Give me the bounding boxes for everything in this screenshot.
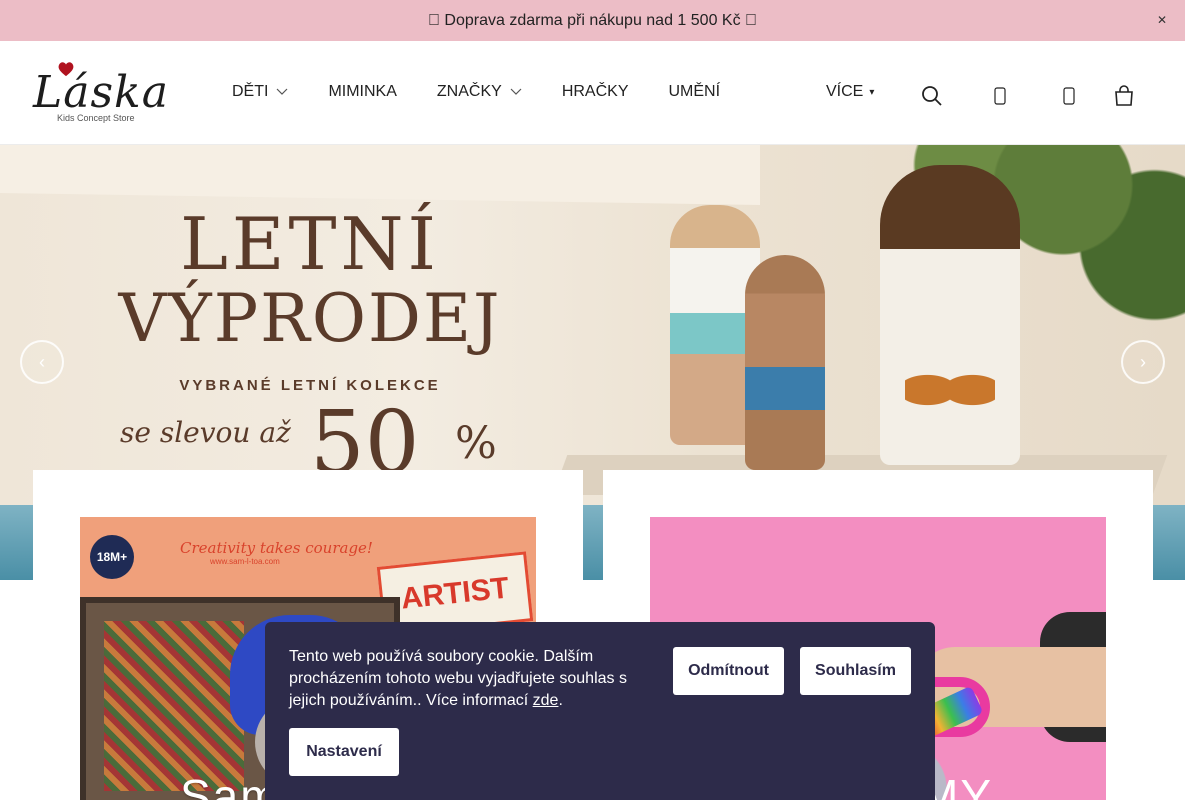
promo-bar:  Doprava zdarma při nákupu nad 1 500 Kč… xyxy=(0,0,1185,41)
search-icon[interactable] xyxy=(920,84,944,108)
nav-item-znacky[interactable]: ZNAČKY xyxy=(437,83,522,101)
chevron-left-icon: ‹ xyxy=(39,351,45,372)
cookie-more-link[interactable]: zde xyxy=(533,692,559,709)
hero-line-3: VYBRANÉ LETNÍ KOLEKCE xyxy=(179,377,441,394)
hero-discount: se slevou až 50 % xyxy=(100,398,520,488)
site-header: Láska Kids Concept Store DĚTI MIMINKA ZN… xyxy=(0,41,1185,145)
logo[interactable]: Láska Kids Concept Store xyxy=(33,61,173,125)
cookie-punct: . xyxy=(558,692,563,709)
nav-more-label: VÍCE xyxy=(826,83,864,100)
nav-more-button[interactable]: VÍCE ▾ xyxy=(826,83,874,101)
nav-item-miminka[interactable]: MIMINKA xyxy=(328,83,396,101)
nav-item-label: DĚTI xyxy=(232,83,269,100)
logo-wordmark: Láska xyxy=(33,67,169,118)
nav-item-deti[interactable]: DĚTI xyxy=(232,83,288,101)
chevron-down-icon xyxy=(277,88,288,95)
cookie-settings-button[interactable]: Nastavení xyxy=(289,728,399,776)
page:  Doprava zdarma při nákupu nad 1 500 Kč… xyxy=(0,0,1200,800)
nav-item-label: HRAČKY xyxy=(561,83,629,100)
age-badge: 18M+ xyxy=(90,535,134,579)
product-slogan: Creativity takes courage! xyxy=(180,539,373,557)
product-website: www.sam-l-toa.com xyxy=(210,557,280,566)
chevron-down-icon: ▾ xyxy=(869,86,875,98)
logo-tagline: Kids Concept Store xyxy=(57,113,135,123)
nav-item-label: ZNAČKY xyxy=(436,83,502,100)
nav-item-umeni[interactable]: UMĚNÍ xyxy=(669,83,721,101)
chevron-down-icon xyxy=(510,88,522,95)
hero-child-figure xyxy=(745,255,825,470)
slider-next-button[interactable]: › xyxy=(1121,340,1165,384)
user-icon[interactable] xyxy=(988,84,1012,108)
artist-sign-text: ARTIST xyxy=(399,571,511,616)
cookie-banner: Tento web používá soubory cookie. Dalším… xyxy=(265,622,935,800)
cookie-message: Tento web používá soubory cookie. Dalším… xyxy=(289,648,627,709)
frame-artwork xyxy=(104,621,244,791)
main-nav: DĚTI MIMINKA ZNAČKY HRAČKY UMĚNÍ xyxy=(232,83,760,101)
hero-discount-script: se slevou až xyxy=(120,416,291,449)
chevron-right-icon: › xyxy=(1140,351,1146,372)
hero-line-2: VÝPRODEJ xyxy=(118,280,502,357)
close-icon[interactable]: ✕ xyxy=(1157,13,1167,27)
heart-icon[interactable] xyxy=(1057,84,1081,108)
hero-discount-percent: % xyxy=(455,418,497,469)
cookie-accept-button[interactable]: Souhlasím xyxy=(800,647,911,695)
hero-butterfly-print xyxy=(905,355,995,425)
cart-icon[interactable] xyxy=(1112,84,1136,108)
hero-headline: LETNÍ VÝPRODEJ VYBRANÉ LETNÍ KOLEKCE se … xyxy=(100,202,520,488)
hero-line-1: LETNÍ xyxy=(180,202,440,286)
nav-item-hracky[interactable]: HRAČKY xyxy=(562,83,629,101)
cookie-decline-button[interactable]: Odmítnout xyxy=(673,647,784,695)
slider-prev-button[interactable]: ‹ xyxy=(20,340,64,384)
nav-item-label: MIMINKA xyxy=(328,83,397,100)
promo-text:  Doprava zdarma při nákupu nad 1 500 Kč… xyxy=(428,11,757,29)
cookie-text: Tento web používá soubory cookie. Dalším… xyxy=(289,646,639,712)
nav-item-label: UMĚNÍ xyxy=(668,83,721,100)
